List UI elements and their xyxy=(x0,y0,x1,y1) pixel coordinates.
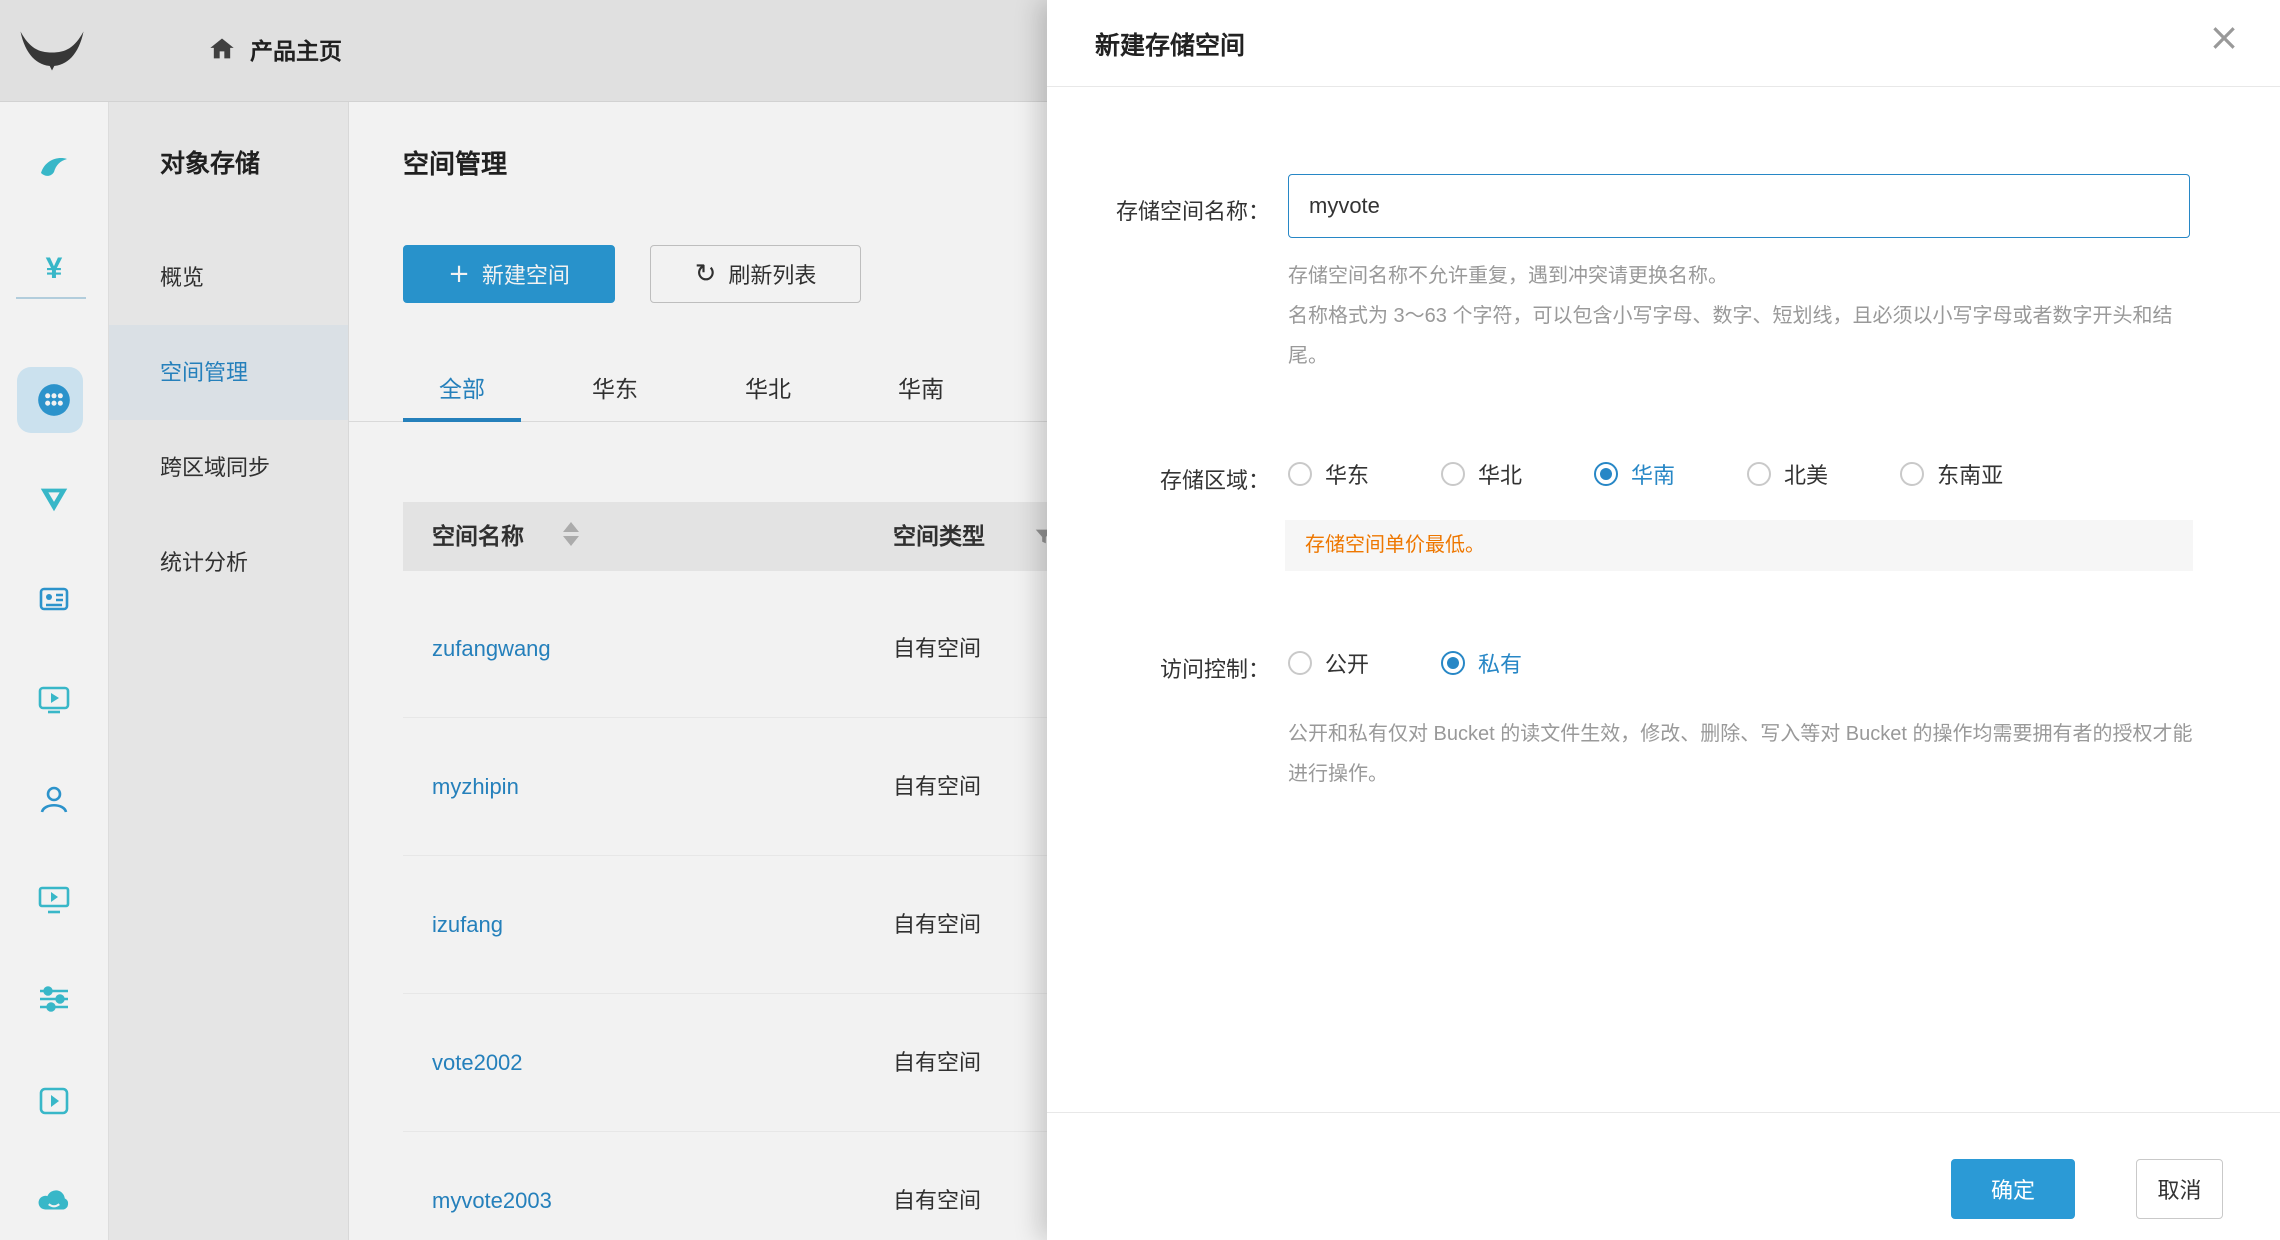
radio-icon xyxy=(1900,462,1924,486)
radio-icon xyxy=(1747,462,1771,486)
radio-icon xyxy=(1288,462,1312,486)
access-radio-private[interactable]: 私有 xyxy=(1441,647,1522,679)
bucket-name-label: 存储空间名称： xyxy=(1047,194,1270,226)
radio-icon xyxy=(1594,462,1618,486)
radio-icon xyxy=(1441,651,1465,675)
cancel-button[interactable]: 取消 xyxy=(2136,1159,2223,1219)
radio-label: 华南 xyxy=(1631,458,1675,490)
radio-label: 华东 xyxy=(1325,458,1369,490)
access-radio-group: 公开 私有 xyxy=(1288,637,1522,689)
region-radio-huabei[interactable]: 华北 xyxy=(1441,458,1522,490)
access-control-label: 访问控制： xyxy=(1047,652,1270,684)
region-radio-huanan[interactable]: 华南 xyxy=(1594,458,1675,490)
radio-label: 公开 xyxy=(1325,647,1369,679)
access-control-help: 公开和私有仅对 Bucket 的读文件生效，修改、删除、写入等对 Bucket … xyxy=(1288,714,2203,794)
bucket-name-help: 存储空间名称不允许重复，遇到冲突请更换名称。 名称格式为 3～63 个字符，可以… xyxy=(1288,256,2203,376)
bucket-name-help-line1: 存储空间名称不允许重复，遇到冲突请更换名称。 xyxy=(1288,256,2203,296)
close-icon[interactable]: × xyxy=(2208,18,2240,56)
radio-label: 北美 xyxy=(1784,458,1828,490)
storage-region-label: 存储区域： xyxy=(1047,463,1270,495)
drawer-footer-divider xyxy=(1047,1112,2280,1113)
new-bucket-drawer: 新建存储空间 × 存储空间名称： 存储空间名称不允许重复，遇到冲突请更换名称。 … xyxy=(1047,0,2280,1240)
drawer-header: 新建存储空间 × xyxy=(1047,0,2280,87)
region-radio-beimei[interactable]: 北美 xyxy=(1747,458,1828,490)
region-radio-group: 华东 华北 华南 北美 东南亚 xyxy=(1288,448,2003,500)
radio-label: 私有 xyxy=(1478,647,1522,679)
bucket-name-help-line2: 名称格式为 3～63 个字符，可以包含小写字母、数字、短划线，且必须以小写字母或… xyxy=(1288,296,2203,376)
radio-icon xyxy=(1441,462,1465,486)
radio-label: 华北 xyxy=(1478,458,1522,490)
region-radio-dongnanya[interactable]: 东南亚 xyxy=(1900,458,2003,490)
radio-label: 东南亚 xyxy=(1937,458,2003,490)
app-window: 产品主页 ¥ xyxy=(0,0,2280,1240)
drawer-title: 新建存储空间 xyxy=(1095,26,1245,62)
access-radio-public[interactable]: 公开 xyxy=(1288,647,1369,679)
radio-icon xyxy=(1288,651,1312,675)
confirm-button[interactable]: 确定 xyxy=(1951,1159,2075,1219)
region-radio-huadong[interactable]: 华东 xyxy=(1288,458,1369,490)
region-price-note: 存储空间单价最低。 xyxy=(1285,520,2193,571)
bucket-name-input[interactable] xyxy=(1288,174,2190,238)
